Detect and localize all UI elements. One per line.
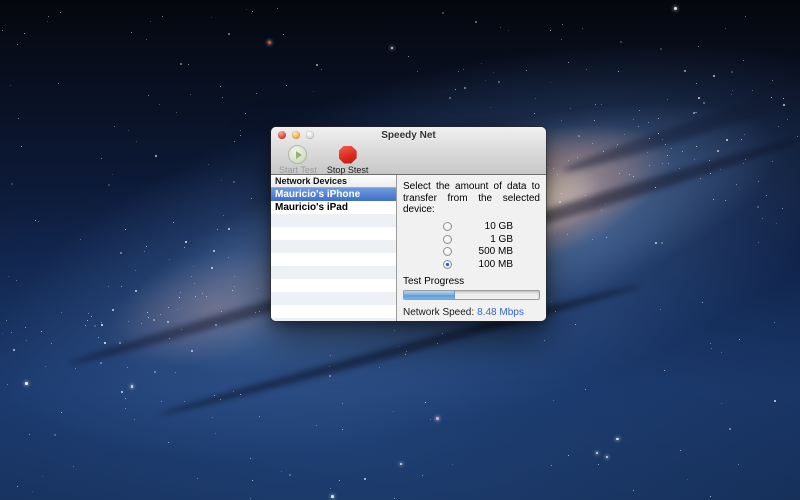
network-speed-line: Network Speed:8.48 Mbps — [403, 307, 540, 318]
galaxy-dust-lane — [560, 67, 800, 178]
window-content: Network Devices Mauricio's iPhoneMaurici… — [271, 175, 546, 321]
radio-button[interactable] — [443, 247, 452, 256]
play-icon — [288, 145, 307, 164]
progress-bar-fill — [404, 291, 455, 299]
radio-option-100-mb[interactable]: 100 MB — [443, 258, 540, 271]
speedy-net-window: Speedy Net Start Test Stop Stest — [271, 127, 546, 321]
device-row-empty — [271, 253, 396, 266]
radio-label: 100 MB — [461, 259, 513, 270]
stop-test-label: Stop Stest — [327, 165, 369, 175]
device-row[interactable]: Mauricio's iPhone — [271, 188, 396, 201]
toolbar: Start Test Stop Stest — [271, 143, 546, 174]
radio-label: 500 MB — [461, 246, 513, 257]
start-test-label: Start Test — [279, 165, 317, 175]
device-list-pane: Network Devices Mauricio's iPhoneMaurici… — [271, 175, 397, 321]
network-speed-value: 8.48 Mbps — [477, 307, 524, 318]
window-titlebar[interactable]: Speedy Net — [271, 127, 546, 143]
radio-option-10-gb[interactable]: 10 GB — [443, 221, 540, 234]
test-progress-label: Test Progress — [403, 276, 540, 287]
latency-time-line: Latency:47.63 msTime:00:37 — [403, 321, 540, 322]
latency-value: 47.63 ms — [444, 321, 485, 322]
radio-option-500-mb[interactable]: 500 MB — [443, 246, 540, 259]
device-row[interactable]: Mauricio's iPad — [271, 201, 396, 214]
progress-bar — [403, 290, 540, 300]
radio-option-1-gb[interactable]: 1 GB — [443, 233, 540, 246]
latency-label: Latency: — [403, 321, 441, 322]
time-label: Time: — [498, 321, 523, 322]
window-title: Speedy Net — [271, 130, 546, 141]
stop-test-button[interactable]: Stop Stest — [327, 145, 369, 175]
window-header: Speedy Net Start Test Stop Stest — [271, 127, 546, 175]
start-test-button[interactable]: Start Test — [279, 145, 317, 175]
radio-button[interactable] — [443, 222, 452, 231]
stop-icon — [338, 145, 357, 164]
time-value: 00:37 — [526, 321, 546, 322]
data-amount-radio-group: 10 GB 1 GB500 MB 100 MB — [403, 221, 540, 271]
settings-pane: Select the amount of data to transfer fr… — [397, 175, 546, 321]
device-row-empty — [271, 318, 396, 321]
device-list: Mauricio's iPhoneMauricio's iPad — [271, 188, 396, 321]
device-row-empty — [271, 292, 396, 305]
radio-label: 1 GB — [461, 234, 513, 245]
device-row-empty — [271, 305, 396, 318]
device-row-empty — [271, 227, 396, 240]
radio-button[interactable] — [443, 260, 452, 269]
device-row-empty — [271, 279, 396, 292]
network-speed-label: Network Speed: — [403, 307, 474, 318]
radio-button[interactable] — [443, 235, 452, 244]
instruction-text: Select the amount of data to transfer fr… — [403, 181, 540, 216]
device-list-header: Network Devices — [271, 175, 396, 188]
device-row-empty — [271, 266, 396, 279]
desktop-wallpaper: Speedy Net Start Test Stop Stest — [0, 0, 800, 500]
device-row-empty — [271, 214, 396, 227]
device-row-empty — [271, 240, 396, 253]
radio-label: 10 GB — [461, 221, 513, 232]
